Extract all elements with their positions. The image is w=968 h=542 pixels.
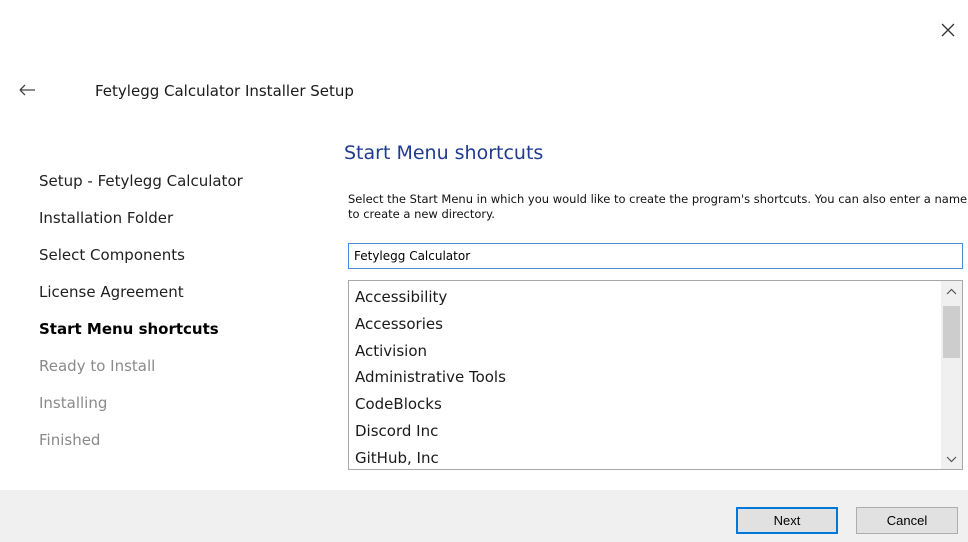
wizard-steps: Setup - Fetylegg Calculator Installation…	[39, 171, 329, 467]
back-button[interactable]	[18, 80, 42, 100]
step-ready-to-install: Ready to Install	[39, 357, 156, 375]
step-select-components: Select Components	[39, 246, 185, 264]
step-finished: Finished	[39, 431, 101, 449]
step-start-menu-shortcuts: Start Menu shortcuts	[39, 320, 219, 338]
page-heading: Start Menu shortcuts	[344, 142, 544, 164]
chevron-down-icon	[946, 456, 957, 462]
list-item[interactable]: GitHub, Inc	[355, 447, 940, 469]
list-item[interactable]: Accessories	[355, 313, 940, 340]
scroll-thumb[interactable]	[943, 306, 960, 358]
next-button[interactable]: Next	[736, 507, 838, 534]
list-item[interactable]: Discord Inc	[355, 420, 940, 447]
cancel-button[interactable]: Cancel	[856, 507, 958, 534]
window-title: Fetylegg Calculator Installer Setup	[95, 82, 354, 100]
folder-list-items: Accessibility Accessories Activision Adm…	[355, 286, 940, 469]
list-item[interactable]: Administrative Tools	[355, 366, 940, 393]
page-description: Select the Start Menu in which you would…	[348, 192, 968, 221]
step-license-agreement: License Agreement	[39, 283, 184, 301]
list-item[interactable]: Accessibility	[355, 286, 940, 313]
scroll-down-button[interactable]	[941, 449, 962, 469]
scroll-up-button[interactable]	[941, 281, 962, 301]
list-item[interactable]: Activision	[355, 340, 940, 367]
vertical-scrollbar[interactable]	[941, 281, 962, 469]
back-arrow-icon	[19, 84, 35, 96]
start-menu-folder-input[interactable]	[348, 243, 963, 269]
close-icon	[941, 23, 955, 37]
start-menu-folder-list[interactable]: Accessibility Accessories Activision Adm…	[348, 280, 963, 470]
close-button[interactable]	[938, 20, 960, 42]
step-installing: Installing	[39, 394, 108, 412]
list-item[interactable]: CodeBlocks	[355, 393, 940, 420]
step-installation-folder: Installation Folder	[39, 209, 174, 227]
chevron-up-icon	[946, 288, 957, 294]
step-setup: Setup - Fetylegg Calculator	[39, 172, 243, 190]
